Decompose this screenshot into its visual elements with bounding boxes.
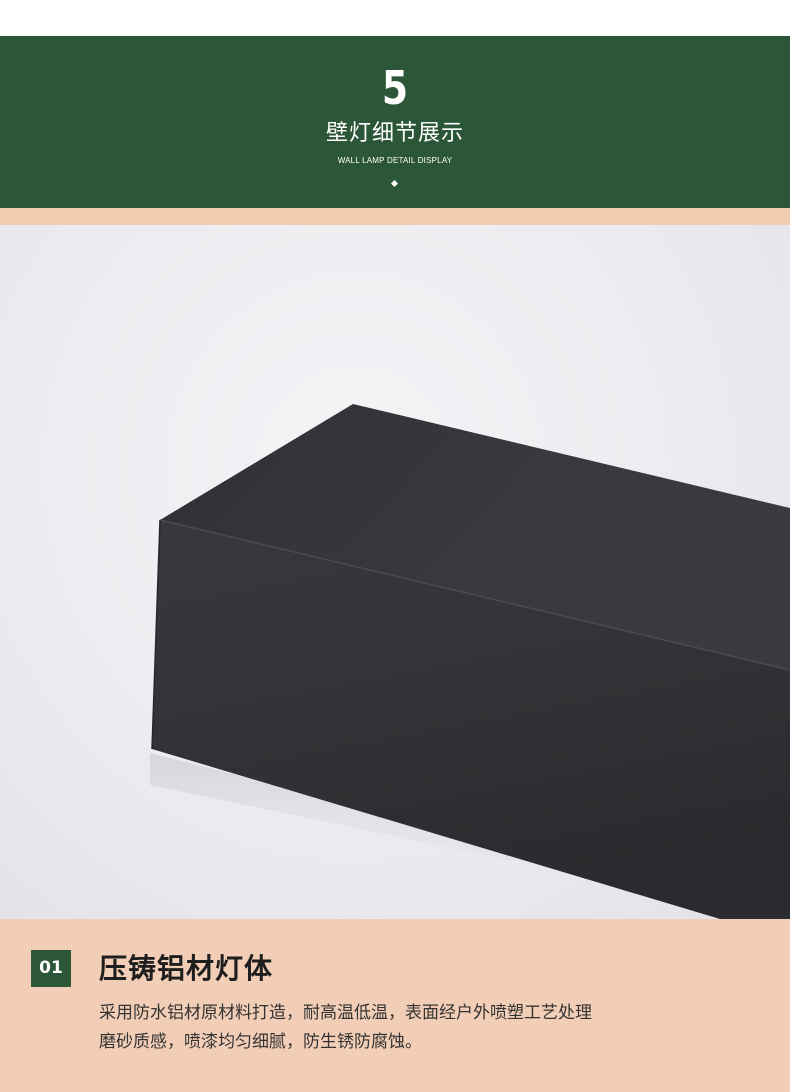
section-subtitle: WALL LAMP DETAIL DISPLAY [337,156,453,165]
feature-panel: 01 压铸铝材灯体 采用防水铝材原材料打造，耐高温低温，表面经户外喷塑工艺处理 … [0,919,790,1092]
top-margin [0,0,790,36]
section-header: 5 壁灯细节展示 WALL LAMP DETAIL DISPLAY [0,36,790,208]
feature-title: 压铸铝材灯体 [99,952,274,985]
feature-number-badge: 01 [31,950,71,987]
product-photo [0,225,790,919]
feature-description-line: 磨砂质感，喷漆均匀细腻，防生锈防腐蚀。 [99,1032,422,1052]
lamp-body-illustration [150,404,790,919]
feature-description-line: 采用防水铝材原材料打造，耐高温低温，表面经户外喷塑工艺处理 [99,1003,592,1023]
peach-divider-band [0,208,790,225]
feature-description: 采用防水铝材原材料打造，耐高温低温，表面经户外喷塑工艺处理 磨砂质感，喷漆均匀细… [99,999,759,1057]
section-title: 壁灯细节展示 [325,121,464,146]
diamond-icon [390,179,399,188]
section-number: 5 [381,61,409,115]
